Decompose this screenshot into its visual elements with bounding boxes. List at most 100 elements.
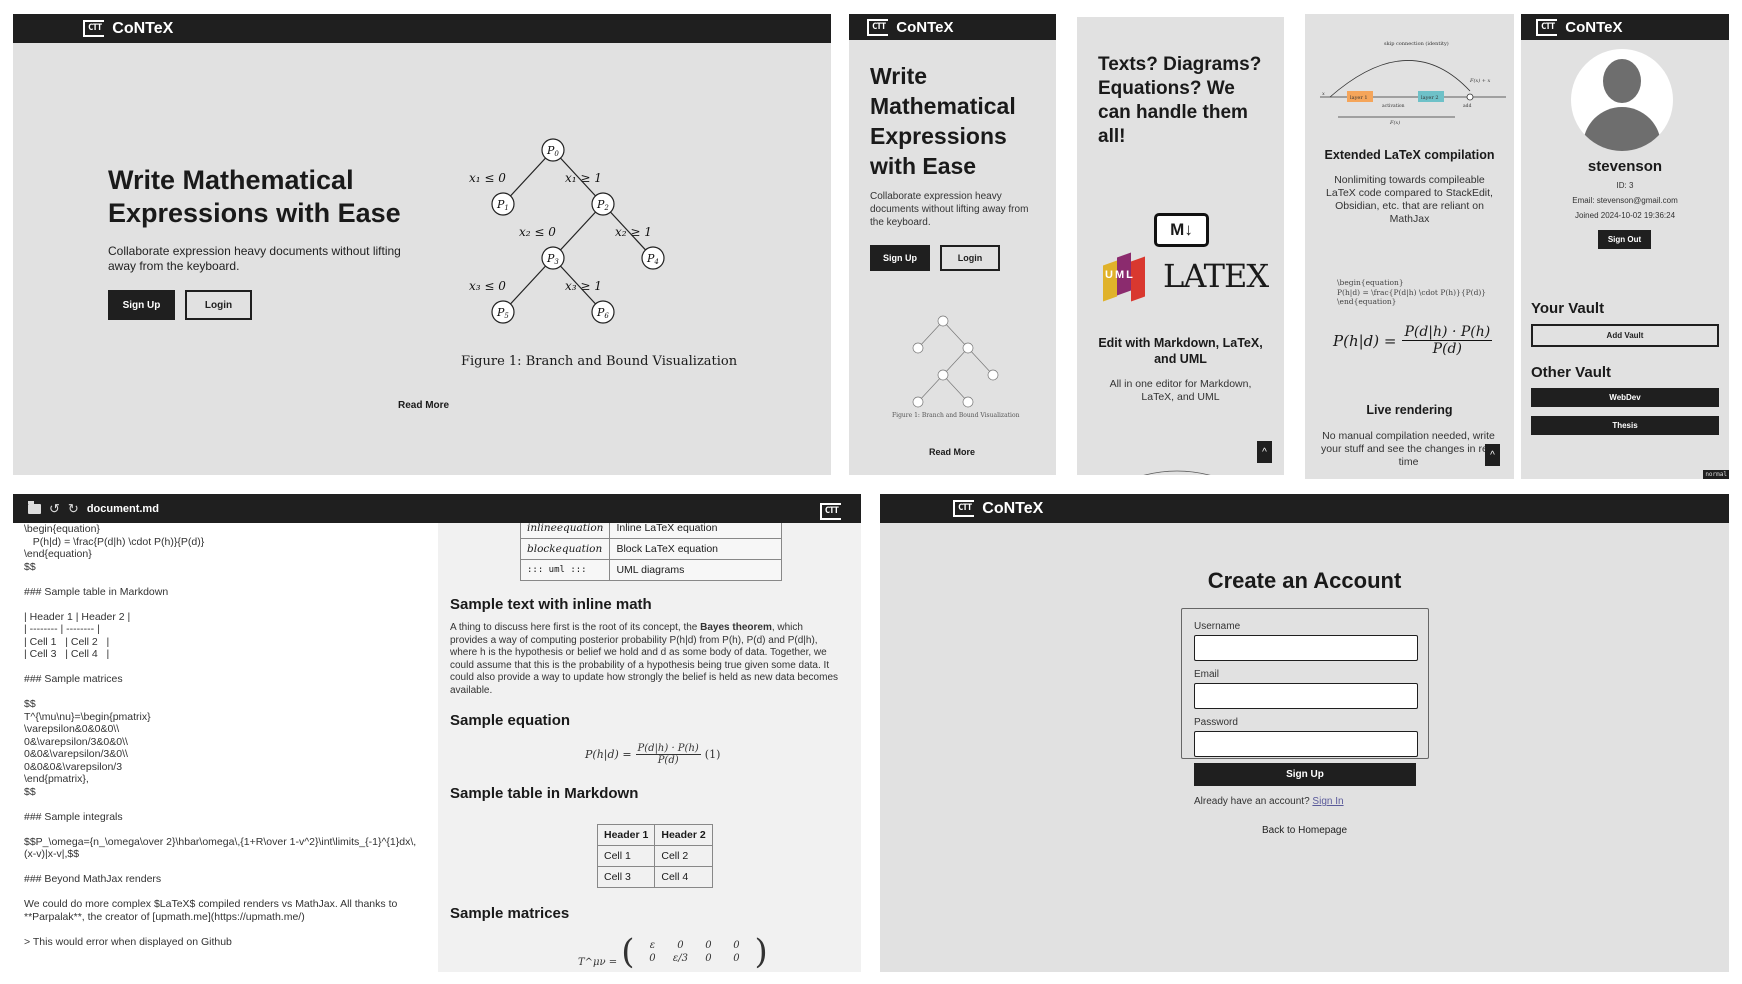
read-more-link[interactable]: Read More: [398, 400, 449, 411]
heading-equation: Sample equation: [450, 712, 571, 729]
signout-button[interactable]: Sign Out: [1598, 230, 1651, 249]
brand-logo-register[interactable]: CTT CoNTeX: [953, 500, 1043, 518]
folder-icon[interactable]: [28, 500, 41, 514]
syntax-cell-desc: UML diagrams: [609, 559, 782, 581]
source-line: **Parpalak**, the creator of [upmath.me]…: [24, 910, 305, 923]
editor-toolbar: ↺ ↻ document.md CTT: [13, 494, 861, 523]
mobile-read-more[interactable]: Read More: [929, 447, 975, 457]
profile-joined: Joined 2024-10-02 19:36:24: [1574, 211, 1676, 220]
undo-icon[interactable]: ↺: [49, 501, 60, 517]
your-vault-heading: Your Vault: [1531, 300, 1605, 317]
scroll-top-button-2[interactable]: ^: [1485, 444, 1500, 466]
matrix-cell: 0: [705, 940, 712, 951]
login-button[interactable]: Login: [185, 290, 252, 320]
refresh-icon[interactable]: ↻: [68, 501, 79, 517]
back-home-link[interactable]: Back to Homepage: [880, 825, 1729, 836]
bayes-paragraph: A thing to discuss here first is the roo…: [450, 622, 840, 697]
source-line: | Header 1 | Header 2 |: [24, 610, 131, 623]
uml-logo-icon: UML: [1103, 249, 1151, 305]
vault-list: WebDev Thesis: [1531, 388, 1719, 444]
diagram-x-label: x: [1322, 91, 1325, 97]
mini-tree-node: [937, 315, 949, 327]
mini-tree-node: [962, 396, 974, 408]
matrix-grid: ε 0 0 0 0 ε/3 0 0: [638, 940, 750, 964]
preview-table-header: Header 1: [596, 824, 656, 846]
tree-edge-label: x₃ ≥ 1: [565, 279, 602, 293]
source-line: [24, 686, 444, 699]
brand-mark-icon: CTT: [819, 503, 841, 520]
brand-logo-profile[interactable]: CTT CoNTeX: [1536, 18, 1623, 36]
source-line: P(h|d) = \frac{P(d|h) \cdot P(h)}{P(d)}: [24, 535, 205, 548]
source-line: | Cell 3 | Cell 4 |: [24, 648, 110, 660]
eq-den: P(d): [1432, 341, 1462, 357]
email-input[interactable]: [1194, 683, 1418, 709]
brand-mark-icon: CTT: [867, 18, 889, 36]
markdown-logo-icon: M↓: [1154, 213, 1209, 247]
source-line: ### Sample table in Markdown: [24, 585, 169, 598]
source-line: [24, 886, 444, 899]
brand-logo[interactable]: CTT CoNTeX: [83, 20, 173, 38]
live-desc: No manual compilation needed, write your…: [1321, 430, 1496, 468]
source-line: [24, 573, 444, 586]
diagram-activation-label: activation: [1382, 103, 1405, 109]
source-line: We could do more complex $LaTeX$ compile…: [24, 898, 398, 910]
figure-caption: Figure 1: Branch and Bound Visualization: [461, 354, 738, 369]
heading-table: Sample table in Markdown: [450, 785, 639, 802]
vault-item-button[interactable]: WebDev: [1531, 388, 1719, 407]
add-vault-button[interactable]: Add Vault: [1531, 324, 1719, 347]
mini-tree-edge: [942, 320, 969, 349]
signin-link[interactable]: Sign In: [1312, 796, 1343, 807]
profile-id: ID: 3: [1616, 181, 1634, 190]
register-form: Username Email Password: [1181, 608, 1429, 759]
latex-source-snippet: \begin{equation} P(h|d) = \frac{P(d|h) \…: [1337, 278, 1487, 306]
vault-item-button[interactable]: Thesis: [1531, 416, 1719, 435]
profile-navbar: CTT CoNTeX: [1521, 14, 1729, 40]
extended-title: Extended LaTeX compilation: [1324, 148, 1495, 162]
tree-edge-label: x₂ ≤ 0: [519, 225, 556, 239]
preview-eq-tag: (1): [704, 748, 721, 761]
edit-desc: All in one editor for Markdown, LaTeX, a…: [1109, 378, 1252, 403]
source-line: 0&\varepsilon/3&0&0\\: [24, 735, 128, 748]
heading-inline-math: Sample text with inline math: [450, 596, 652, 613]
mobile-login-button[interactable]: Login: [940, 245, 1000, 271]
markdown-source-pane[interactable]: \begin{equation} P(h|d) = \frac{P(d|h) \…: [24, 523, 444, 972]
brand-mark-icon: CTT: [953, 500, 975, 517]
signup-button[interactable]: Sign Up: [108, 290, 175, 320]
mobile-hero-subtitle: Collaborate expression heavy documents w…: [870, 191, 1029, 228]
preview-matrix: T^μν = ( ε 0 0 0 0 ε/3 0 0 ): [578, 932, 768, 972]
preview-eq-num: P(d|h) · P(h): [635, 743, 701, 755]
preview-table-row: Cell 3 Cell 4: [596, 866, 713, 888]
scroll-top-button[interactable]: ^: [1257, 441, 1272, 463]
preview-table-cell: Cell 3: [596, 866, 656, 888]
password-input[interactable]: [1194, 731, 1418, 757]
matrix-cell: ε/3: [672, 953, 688, 964]
avatar-body-icon: [1583, 107, 1661, 151]
edit-title: Edit with Markdown, LaTeX, and UML: [1098, 336, 1263, 366]
brand-logo-mobile[interactable]: CTT CoNTeX: [867, 18, 954, 36]
editor-panel: ↺ ↻ document.md CTT \begin{equation} P(h…: [13, 494, 861, 972]
mobile-hero-title: Write Mathematical Expressions with Ease: [870, 63, 1016, 179]
source-line: 0&0&0&\varepsilon/3: [24, 760, 123, 773]
corner-tag: normal: [1703, 470, 1729, 479]
source-line: [24, 823, 444, 836]
source-line: \varepsilon&0&0&0\\: [24, 723, 120, 735]
source-line: ### Sample integrals: [24, 810, 123, 823]
diagram-fx-label: F(x): [1389, 119, 1400, 126]
diagram-preview-arc: [1143, 470, 1211, 475]
bayes-bold: Bayes theorem: [700, 622, 772, 633]
source-line: \begin{equation}: [24, 523, 100, 535]
brand-name: CoNTeX: [896, 18, 954, 36]
mini-tree-edge: [942, 347, 969, 376]
syntax-row: blockequation Block LaTeX equation: [519, 538, 782, 560]
editor-logo-mark[interactable]: CTT: [819, 500, 841, 520]
features-headline: Texts? Diagrams? Equations? We can handl…: [1098, 54, 1262, 147]
syntax-cell-code: blockequation: [519, 538, 611, 560]
source-line: $$: [24, 785, 36, 798]
matrix-lhs: T^μν =: [578, 956, 618, 968]
mobile-signup-button[interactable]: Sign Up: [870, 245, 930, 271]
username-input[interactable]: [1194, 635, 1418, 661]
register-signup-button[interactable]: Sign Up: [1194, 763, 1416, 786]
username-label: Username: [1194, 621, 1241, 632]
have-account-text: Already have an account?: [1194, 796, 1310, 807]
source-line: $$P_\omega={n_\omega\over 2}\hbar\omega\…: [24, 835, 417, 848]
